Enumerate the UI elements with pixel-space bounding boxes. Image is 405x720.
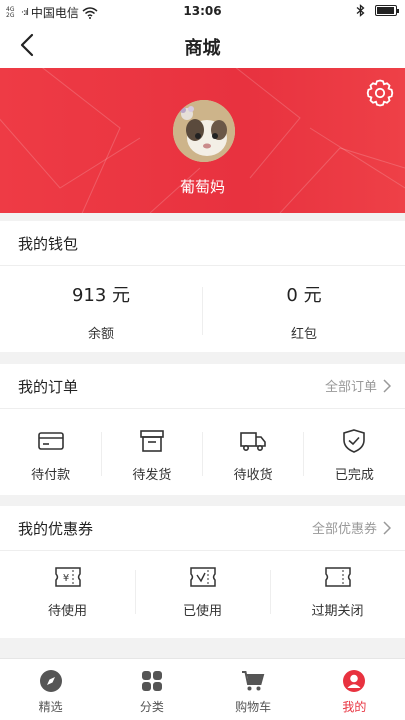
red-packet-label: 红包 [290,327,317,342]
coupon-used[interactable]: 已使用 [135,564,270,619]
truck-icon [240,432,266,451]
tab-label: 精选 [38,700,63,714]
battery-icon [375,5,399,16]
coupons-card: 我的优惠券 全部优惠券 ¥ 待使用 已使用 过期关闭 [0,506,405,638]
shield-check-icon [343,429,366,453]
bottom-tab-bar: 精选 分类 购物车 我的 [0,658,405,720]
coupon-label: 待使用 [47,604,87,619]
orders-header: 我的订单 [18,378,79,396]
balance-value: 913 元 [71,285,131,306]
all-coupons-label: 全部优惠券 [311,522,377,537]
tab-cart[interactable]: 购物车 [203,659,304,720]
vertical-divider [270,570,271,614]
divider [0,408,405,409]
vertical-divider [202,432,203,476]
all-orders-link[interactable]: 全部订单 [325,376,391,395]
coupons-header: 我的优惠券 [18,520,94,538]
coupon-expired-icon [324,567,351,587]
order-completed[interactable]: 已完成 [304,428,405,483]
orders-card: 我的订单 全部订单 待付款 待发货 待收货 已完成 [0,364,405,495]
order-pending-payment[interactable]: 待付款 [0,428,101,483]
compass-icon [39,670,62,692]
order-label: 待付款 [31,468,71,483]
balance-label: 余额 [87,327,114,342]
box-icon [140,430,164,452]
tab-mine[interactable]: 我的 [304,659,405,720]
vertical-divider [101,432,102,476]
divider [0,550,405,551]
coupon-status-grid: ¥ 待使用 已使用 过期关闭 [0,564,405,619]
svg-text:¥: ¥ [62,573,68,584]
order-pending-shipment[interactable]: 待发货 [101,428,202,483]
red-packet-value: 0 元 [286,285,322,306]
tab-label: 我的 [342,700,367,714]
wallet-header: 我的钱包 [18,235,79,253]
tab-categories[interactable]: 分类 [101,659,202,720]
order-label: 已完成 [334,468,374,483]
chevron-right-icon [383,520,391,535]
wallet-card: 我的钱包 913 元 余额 0 元 红包 [0,221,405,352]
settings-gear-icon[interactable] [365,78,395,108]
vertical-divider [303,432,304,476]
tab-featured[interactable]: 精选 [0,659,101,720]
wallet-balance[interactable]: 913 元 余额 [0,281,202,342]
grid-icon [141,671,162,691]
user-nickname: 葡萄妈 [179,178,225,196]
vertical-divider [135,570,136,614]
all-orders-label: 全部订单 [324,380,377,395]
page-title: 商城 [184,38,221,59]
order-label: 待发货 [132,468,172,483]
coupon-label: 过期关闭 [311,604,364,619]
coupon-check-icon [189,567,216,587]
divider [0,265,405,266]
order-pending-receipt[interactable]: 待收货 [203,428,304,483]
coupon-label: 已使用 [182,604,222,619]
wallet-red-packet[interactable]: 0 元 红包 [203,281,405,342]
tab-label: 分类 [139,700,164,714]
cart-icon [242,671,265,691]
card-icon [37,432,64,450]
coupon-expired[interactable]: 过期关闭 [270,564,405,619]
profile-banner: 葡萄妈 [0,68,405,213]
coupon-unused[interactable]: ¥ 待使用 [0,564,135,619]
status-right [356,4,399,17]
all-coupons-link[interactable]: 全部优惠券 [312,518,391,537]
avatar[interactable] [173,100,235,162]
chevron-right-icon [383,378,391,393]
avatar-image [173,100,235,162]
bluetooth-icon [356,4,365,17]
order-label: 待收货 [233,468,273,483]
status-time: 13:06 [183,4,222,18]
tab-label: 购物车 [235,700,272,714]
coupon-yen-icon: ¥ [54,567,81,587]
status-bar: 4G 2G ·:ıl 中国电信 13:06 [0,0,405,22]
user-icon [343,670,366,692]
nav-bar: 商城 [0,22,405,68]
